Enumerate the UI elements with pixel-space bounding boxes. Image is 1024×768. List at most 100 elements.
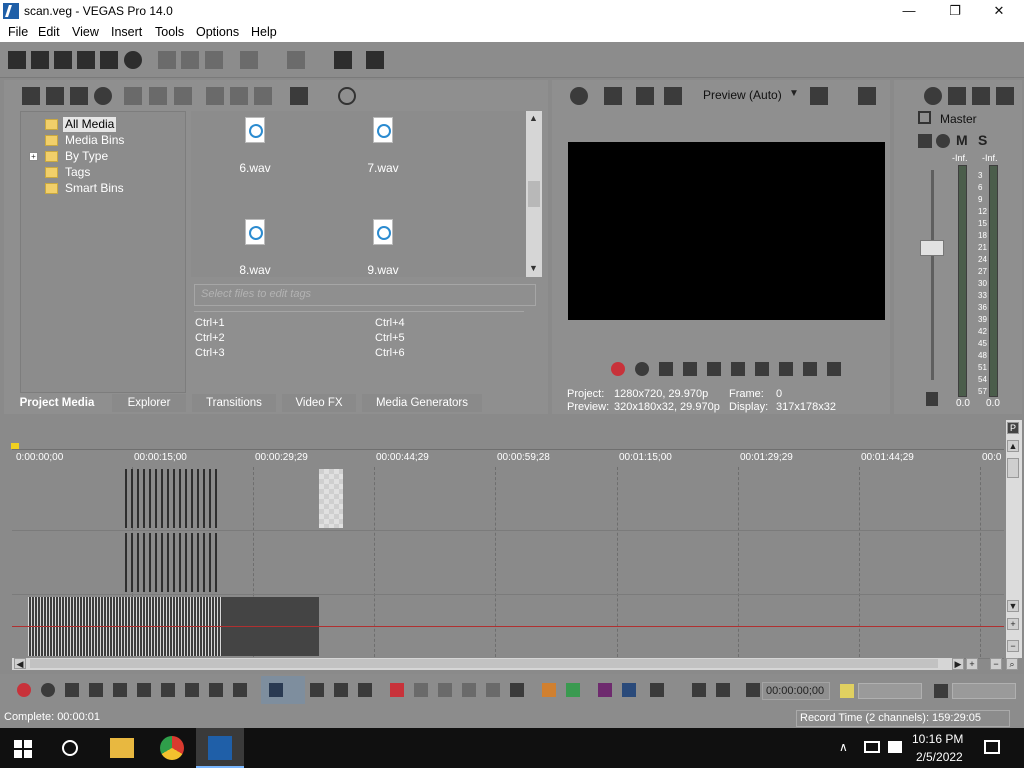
auto-crossfade-icon[interactable] (622, 683, 636, 697)
tree-item-tags[interactable]: Tags (65, 165, 90, 180)
chevron-down-icon[interactable]: ▼ (789, 88, 799, 99)
go-to-end-icon[interactable] (779, 362, 793, 376)
remove-icon[interactable] (124, 87, 142, 105)
pan-icon[interactable] (918, 134, 932, 148)
stop-icon[interactable] (137, 683, 151, 697)
timeline-vertical-scrollbar[interactable]: P ▲ ▼ + − (1006, 420, 1022, 658)
close-button[interactable]: ✕ (976, 0, 1022, 22)
split-icon[interactable] (486, 683, 500, 697)
scroll-thumb[interactable] (1007, 458, 1019, 478)
previous-frame-icon[interactable] (209, 683, 223, 697)
save-as-icon[interactable] (77, 51, 95, 69)
go-to-start-icon[interactable] (161, 683, 175, 697)
tab-transitions[interactable]: Transitions (192, 394, 276, 412)
maximize-button[interactable]: ❐ (932, 0, 978, 22)
menu-view[interactable]: View (72, 25, 99, 39)
minimize-button[interactable]: — (886, 0, 932, 22)
file-grid-scrollbar[interactable]: ▲ ▼ (526, 111, 542, 277)
cut-icon[interactable] (158, 51, 176, 69)
expand-icon[interactable]: + (29, 152, 38, 161)
copy-icon[interactable] (181, 51, 199, 69)
import-media-icon[interactable] (22, 87, 40, 105)
selection-tool-icon[interactable] (334, 683, 348, 697)
chrome-icon[interactable] (160, 736, 184, 760)
preview-settings-gear-icon[interactable] (570, 87, 588, 105)
mixer-arrows-icon[interactable] (948, 87, 966, 105)
vegas-taskbar-button[interactable] (196, 728, 244, 768)
lock-icon[interactable] (926, 392, 938, 406)
zoom-out-icon[interactable]: − (990, 658, 1002, 670)
pause-icon[interactable] (707, 362, 721, 376)
stop-media-icon[interactable] (230, 87, 248, 105)
next-frame-icon[interactable] (233, 683, 247, 697)
lock-envelopes-icon[interactable] (692, 683, 706, 697)
show-hidden-icons[interactable]: ∧ (839, 740, 848, 754)
scroll-down-icon[interactable]: ▼ (529, 263, 538, 273)
scroll-up-icon[interactable]: ▲ (1007, 440, 1019, 452)
undo-icon[interactable] (240, 51, 258, 69)
fx-gear-icon[interactable] (936, 134, 950, 148)
play-media-icon[interactable] (206, 87, 224, 105)
open-icon[interactable] (31, 51, 49, 69)
search-icon[interactable] (338, 87, 356, 105)
menu-edit[interactable]: Edit (38, 25, 60, 39)
tree-item-all-media[interactable]: All Media (63, 117, 117, 132)
scroll-thumb[interactable] (528, 181, 540, 207)
ignore-grouping-icon[interactable] (716, 683, 730, 697)
menu-file[interactable]: File (8, 25, 28, 39)
save-icon[interactable] (54, 51, 72, 69)
tag-input[interactable]: Select files to edit tags (194, 284, 536, 306)
record-icon[interactable] (611, 362, 625, 376)
ripple-edit-icon[interactable] (650, 683, 664, 697)
previous-frame-icon[interactable] (803, 362, 817, 376)
preview-options-icon[interactable] (664, 87, 682, 105)
media-generator-icon[interactable] (174, 87, 192, 105)
trim-icon[interactable] (414, 683, 428, 697)
mute-button[interactable]: M (956, 132, 968, 148)
notifications-icon[interactable] (984, 740, 1000, 754)
delete-icon[interactable] (390, 683, 404, 697)
mixer-settings-gear-icon[interactable] (924, 87, 942, 105)
timecode-pin-icon[interactable] (746, 683, 760, 697)
tab-explorer[interactable]: Explorer (112, 394, 186, 412)
web-icon[interactable] (94, 87, 112, 105)
preview-quality-dropdown[interactable]: Preview (Auto) (703, 88, 782, 102)
play-icon[interactable] (89, 683, 103, 697)
trim-end-icon[interactable] (462, 683, 476, 697)
split-screen-icon[interactable] (636, 87, 654, 105)
file-explorer-icon[interactable] (110, 738, 134, 758)
snapping-magnet-icon[interactable] (598, 683, 612, 697)
autoplay-icon[interactable] (254, 87, 272, 105)
media-file[interactable]: 7.wav (343, 117, 423, 175)
timecode-display[interactable]: 00:00:00;00 (762, 682, 830, 700)
lock-icon[interactable] (510, 683, 524, 697)
go-to-end-icon[interactable] (185, 683, 199, 697)
rate-slider[interactable] (858, 683, 922, 699)
volume-fader[interactable] (920, 240, 944, 256)
get-media-icon[interactable] (70, 87, 88, 105)
envelope-tool-icon[interactable] (310, 683, 324, 697)
solo-button[interactable]: S (978, 132, 987, 148)
stop-icon[interactable] (731, 362, 745, 376)
media-fx-icon[interactable] (149, 87, 167, 105)
paste-icon[interactable] (205, 51, 223, 69)
zoom-tool-icon[interactable] (358, 683, 372, 697)
network-icon[interactable] (864, 741, 880, 753)
normal-edit-tool-icon[interactable] (269, 683, 283, 697)
timeline-horizontal-scrollbar[interactable]: ◀ (12, 658, 952, 670)
tree-item-media-bins[interactable]: Media Bins (65, 133, 124, 148)
menu-insert[interactable]: Insert (111, 25, 142, 39)
external-monitor-icon[interactable] (604, 87, 622, 105)
play-icon[interactable] (683, 362, 697, 376)
menu-options[interactable]: Options (196, 25, 239, 39)
menu-tools[interactable]: Tools (155, 25, 184, 39)
loop-icon[interactable] (635, 362, 649, 376)
help-icon[interactable] (366, 51, 384, 69)
media-file[interactable]: 9.wav (343, 219, 423, 277)
pause-icon[interactable] (113, 683, 127, 697)
zoom-out-icon[interactable]: − (1007, 640, 1019, 652)
hand-icon[interactable] (334, 51, 352, 69)
redo-icon[interactable] (287, 51, 305, 69)
render-icon[interactable] (100, 51, 118, 69)
record-icon[interactable] (17, 683, 31, 697)
